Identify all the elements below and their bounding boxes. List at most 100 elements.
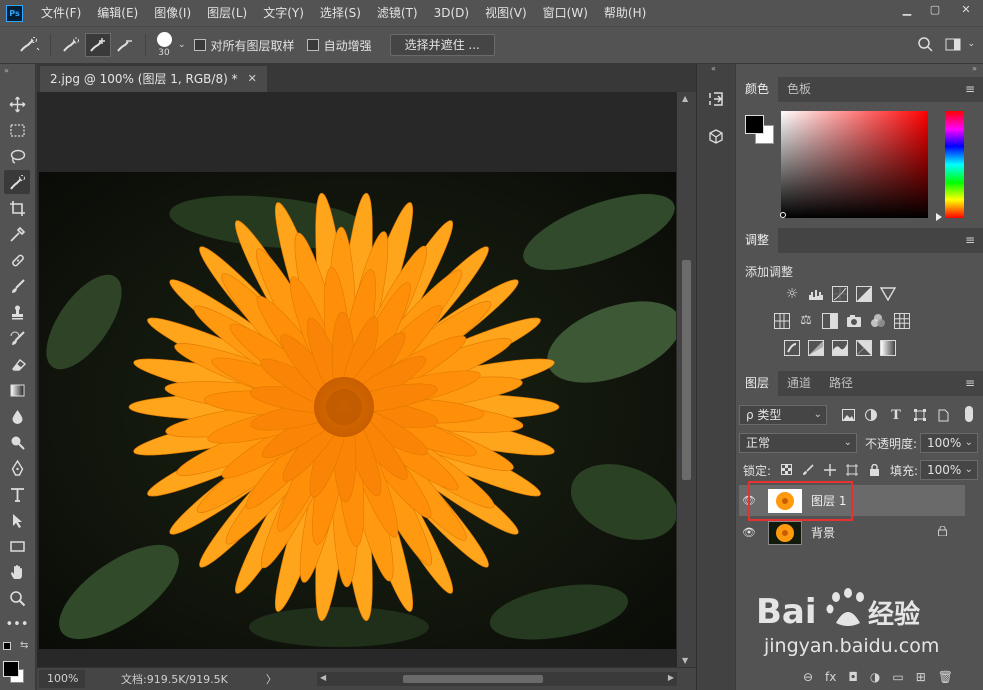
fill-field[interactable]: 100% ⌄ [920,460,978,480]
foreground-color-swatch[interactable] [745,115,764,134]
lock-all-icon[interactable] [868,463,880,476]
scroll-left-icon[interactable]: ◀ [320,673,326,682]
dodge-tool[interactable] [4,430,30,454]
maximize-button[interactable]: ▢ [921,0,949,18]
canvas-area[interactable] [37,92,677,667]
lock-position-icon[interactable] [824,464,836,476]
color-picker-field[interactable] [781,111,928,218]
scroll-down-icon[interactable]: ▼ [682,656,688,665]
exposure-icon[interactable] [856,286,872,302]
gradient-map-icon[interactable] [856,340,872,356]
path-selection-tool[interactable] [4,508,30,532]
menu-edit[interactable]: 编辑(E) [89,0,146,26]
panel-menu-icon[interactable]: ≡ [965,82,975,96]
smart-object-filter-icon[interactable] [936,408,950,422]
chevron-down-icon[interactable]: ⌄ [178,40,186,50]
layer-row[interactable]: 👁 背景 [739,517,965,548]
hue-slider[interactable] [945,111,964,218]
collapse-toolbox-icon[interactable]: » [4,66,9,75]
minimize-button[interactable]: ▁ [893,0,921,18]
expand-panels-icon[interactable]: « [711,64,716,73]
layer-filter-dropdown[interactable]: ρ 类型 ⌄ [739,405,827,425]
tool-preset-picker[interactable] [14,33,44,57]
vertical-scroll-thumb[interactable] [682,260,691,480]
adjustment-layer-filter-icon[interactable] [864,408,878,422]
sample-all-layers-checkbox[interactable] [193,39,206,51]
zoom-field[interactable]: 100% [39,670,85,688]
horizontal-scrollbar[interactable]: ◀ ▶ [317,672,677,686]
collapse-panels-icon[interactable]: » [972,64,977,73]
healing-brush-tool[interactable] [4,248,30,272]
tab-paths[interactable]: 路径 [820,371,862,396]
selective-color-icon[interactable] [880,340,896,356]
menu-select[interactable]: 选择(S) [312,0,369,26]
menu-layer[interactable]: 图层(L) [199,0,255,26]
eraser-tool[interactable] [4,352,30,376]
threshold-icon[interactable] [832,340,848,356]
tab-adjustments[interactable]: 调整 [736,228,779,253]
workspace-icon[interactable] [945,38,961,54]
clone-stamp-tool[interactable] [4,300,30,324]
eye-icon[interactable]: 👁 [739,526,759,539]
subtract-from-selection-button[interactable] [111,33,139,57]
menu-type[interactable]: 文字(Y) [255,0,312,26]
tab-layers[interactable]: 图层 [736,371,779,396]
crop-tool[interactable] [4,196,30,220]
hand-tool[interactable] [4,560,30,584]
menu-image[interactable]: 图像(I) [146,0,199,26]
scroll-right-icon[interactable]: ▶ [668,673,674,682]
pixel-layer-filter-icon[interactable] [841,408,855,422]
color-lookup-icon[interactable] [894,313,910,329]
menu-view[interactable]: 视图(V) [477,0,535,26]
menu-help[interactable]: 帮助(H) [596,0,654,26]
lock-image-pixels-icon[interactable] [802,464,814,476]
tab-color[interactable]: 颜色 [736,77,779,102]
curves-icon[interactable] [832,286,848,302]
menu-file[interactable]: 文件(F) [33,0,89,26]
search-icon[interactable] [917,36,933,55]
gradient-tool[interactable] [4,378,30,402]
auto-enhance-checkbox[interactable] [306,39,319,51]
vibrance-icon[interactable] [879,286,897,302]
brightness-icon[interactable]: ☼ [784,286,800,302]
menu-3d[interactable]: 3D(D) [426,0,477,26]
shape-layer-filter-icon[interactable] [913,408,927,422]
brush-tool[interactable] [4,274,30,298]
posterize-icon[interactable] [808,340,824,356]
move-tool[interactable] [4,92,30,116]
pen-tool[interactable] [4,456,30,480]
marquee-tool[interactable] [4,118,30,142]
hue-saturation-icon[interactable] [774,313,790,329]
color-picker-cursor[interactable] [780,212,786,218]
3d-panel-button[interactable] [705,126,727,148]
panel-menu-icon[interactable]: ≡ [965,376,975,390]
history-panel-button[interactable] [705,88,727,110]
canvas-image[interactable] [39,172,676,649]
quick-selection-tool[interactable] [4,170,30,194]
invert-icon[interactable] [784,340,800,356]
opacity-field[interactable]: 100% ⌄ [920,433,978,453]
channel-mixer-icon[interactable] [870,313,886,329]
swap-colors-icon[interactable]: ⇆ [20,640,28,651]
menu-window[interactable]: 窗口(W) [535,0,596,26]
levels-icon[interactable] [808,286,824,302]
default-colors-icon[interactable] [3,642,11,650]
color-balance-icon[interactable]: ⚖ [798,313,814,329]
layer-thumbnail[interactable] [768,520,802,545]
edit-toolbar-icon[interactable]: ••• [4,612,30,636]
eyedropper-tool[interactable] [4,222,30,246]
select-and-mask-button[interactable]: 选择并遮住 ... [389,34,495,56]
tab-swatches[interactable]: 色板 [778,77,820,102]
black-white-icon[interactable] [822,313,838,329]
close-button[interactable]: ✕ [949,0,983,18]
type-tool[interactable] [4,482,30,506]
type-layer-filter-icon[interactable]: T [889,408,903,423]
zoom-tool[interactable] [4,586,30,610]
scroll-up-icon[interactable]: ▲ [682,94,688,103]
filter-toggle-switch[interactable] [965,406,973,422]
blend-mode-dropdown[interactable]: 正常 ⌄ [739,433,857,453]
history-brush-tool[interactable] [4,326,30,350]
add-to-selection-button[interactable] [85,33,111,57]
new-selection-button[interactable] [57,33,85,57]
vertical-scrollbar[interactable]: ▲ ▼ [677,92,696,667]
